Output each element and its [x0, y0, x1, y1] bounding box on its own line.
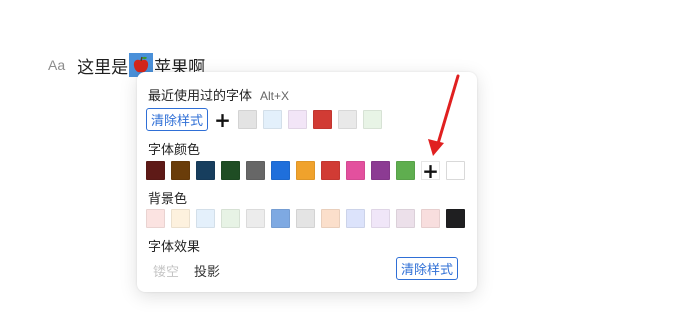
annotation-arrow — [428, 74, 460, 156]
